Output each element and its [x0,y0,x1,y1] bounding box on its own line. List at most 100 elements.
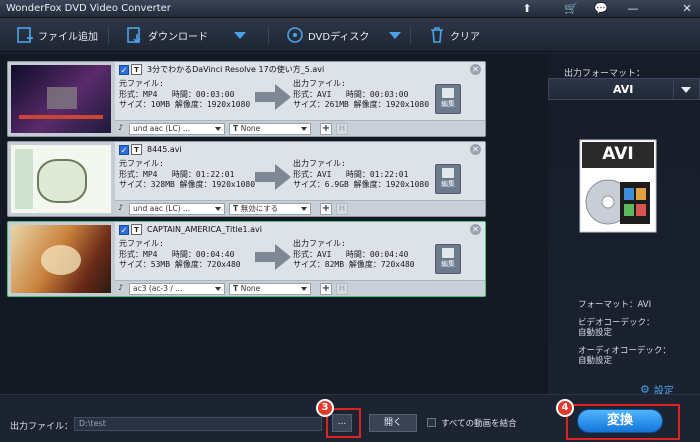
open-folder-button[interactable]: 開く [369,414,417,432]
window-title: WonderFox DVD Video Converter [6,3,171,14]
clear-button[interactable]: クリア [428,23,480,47]
file-name: 8445.avi [147,145,182,154]
edit-button[interactable]: 編集 [435,164,461,194]
add-file-icon [16,26,34,44]
audio-track-select[interactable]: und aac (LC) ... [129,123,225,135]
toolbar-divider [268,26,269,44]
step-3-badge: 3 [316,399,334,417]
output-format: 形式：AVI [293,249,332,259]
rename-icon[interactable]: T [131,64,142,75]
download-button[interactable]: ダウンロード [126,23,246,47]
edit-icon [442,168,454,178]
source-size: サイズ：328MB [119,180,175,189]
dvd-disc-button[interactable]: DVDディスク [286,23,402,47]
source-resolution: 解像度：1920x1080 [174,100,251,109]
source-resolution: 解像度：1920x1080 [179,180,256,189]
file-item[interactable]: ✓ T CAPTAIN_AMERICA_Title1.avi 元ファイル: 形式… [7,221,486,297]
chevron-down-icon[interactable] [681,87,691,93]
audio-track-value: ac3 (ac-3 / ... [133,284,183,293]
app-window: WonderFox DVD Video Converter ⬆ 🛒 💬 — ✕ … [0,0,700,442]
hardsub-icon[interactable]: H [336,203,348,215]
cart-icon[interactable]: 🛒 [560,1,582,17]
hardsub-icon[interactable]: H [336,123,348,135]
video-codec-value: 自動設定 [578,328,613,338]
dvd-dropdown-icon[interactable] [389,31,402,39]
output-format-value: AVI [613,83,634,96]
source-label: 元ファイル: [119,239,164,248]
file-checkbox[interactable]: ✓ [119,144,129,155]
audio-track-select[interactable]: ac3 (ac-3 / ... [129,283,225,295]
track-bar: ♪ ac3 (ac-3 / ... T None + H [115,280,485,296]
browse-button[interactable]: ... [332,414,352,432]
output-folder-label: 出力ファイル： [10,422,74,432]
source-time: 時間：01:22:01 [171,169,235,179]
avi-icon-text: AVI [602,144,634,164]
add-subtitle-button[interactable]: + [320,123,332,135]
merge-label: すべての動画を結合 [441,419,517,429]
dvd-disc-label: DVDディスク [308,31,370,43]
download-dropdown-icon[interactable] [234,31,246,39]
audio-icon: ♪ [118,203,124,212]
file-info: ✓ T 3分でわかるDaVinci Resolve 17の使い方_5.avi 元… [115,62,485,136]
output-resolution: 解像度：720x480 [348,260,415,269]
add-file-button[interactable]: ファイル追加 [16,23,98,47]
hardsub-icon[interactable]: H [336,283,348,295]
output-format-select[interactable]: AVI [548,78,700,100]
edit-label: 編集 [441,260,455,268]
minimize-button[interactable]: — [622,1,644,17]
add-subtitle-button[interactable]: + [320,203,332,215]
disc-icon [286,26,304,44]
subtitle-select[interactable]: T None [229,123,311,135]
chevron-down-icon [215,127,221,131]
file-checkbox[interactable]: ✓ [119,64,129,75]
video-thumbnail[interactable] [11,145,111,213]
output-path-input[interactable]: D:\test [74,417,322,431]
toolbar-divider [410,26,411,44]
file-item[interactable]: ✓ T 8445.avi 元ファイル: 形式：MP4 時間：01:22:01 サ… [7,141,486,217]
video-thumbnail[interactable] [11,65,111,133]
edit-label: 編集 [441,100,455,108]
source-format: 形式：MP4 [119,89,158,99]
output-format: 形式：AVI [293,89,332,99]
rename-icon[interactable]: T [131,144,142,155]
output-size: サイズ：82MB [293,260,345,269]
subtitle-select[interactable]: T None [229,283,311,295]
source-size: サイズ：53MB [119,260,171,269]
audio-track-value: und aac (LC) ... [133,124,191,133]
subtitle-select[interactable]: T 無効にする [229,203,311,215]
source-size: サイズ：10MB [119,100,171,109]
audio-track-value: und aac (LC) ... [133,204,191,213]
subtitle-value: None [240,124,261,133]
file-name-row: ✓ T 3分でわかるDaVinci Resolve 17の使い方_5.avi [119,64,324,75]
subtitle-icon: T [233,124,241,133]
source-time: 時間：00:03:00 [171,89,235,99]
merge-checkbox[interactable] [427,418,436,427]
file-item[interactable]: ✓ T 3分でわかるDaVinci Resolve 17の使い方_5.avi 元… [7,61,486,137]
download-label: ダウンロード [148,31,208,43]
remove-file-icon[interactable]: ✕ [470,64,481,75]
output-info: 出力ファイル: 形式：AVI 時間：00:03:00 サイズ：261MB 解像度… [293,79,429,111]
feedback-icon[interactable]: 💬 [590,1,612,17]
convert-arrow-icon [255,164,291,190]
file-info: ✓ T CAPTAIN_AMERICA_Title1.avi 元ファイル: 形式… [115,222,485,296]
edit-button[interactable]: 編集 [435,244,461,274]
format-info: フォーマット：AVI [578,300,652,310]
chevron-down-icon [301,287,307,291]
add-subtitle-button[interactable]: + [320,283,332,295]
output-time: 時間：00:04:40 [345,249,409,259]
output-label: 出力ファイル: [293,239,346,248]
edit-button[interactable]: 編集 [435,84,461,114]
file-checkbox[interactable]: ✓ [119,224,129,235]
source-label: 元ファイル: [119,79,164,88]
close-button[interactable]: ✕ [676,1,698,17]
audio-track-select[interactable]: und aac (LC) ... [129,203,225,215]
video-thumbnail[interactable] [11,225,111,293]
remove-file-icon[interactable]: ✕ [470,144,481,155]
upload-icon[interactable]: ⬆ [516,1,538,17]
rename-icon[interactable]: T [131,224,142,235]
convert-button[interactable]: 変換 [577,409,663,433]
output-label: 出力ファイル: [293,79,346,88]
remove-file-icon[interactable]: ✕ [470,224,481,235]
edit-icon [442,88,454,98]
avi-format-icon: AVI [578,138,658,234]
